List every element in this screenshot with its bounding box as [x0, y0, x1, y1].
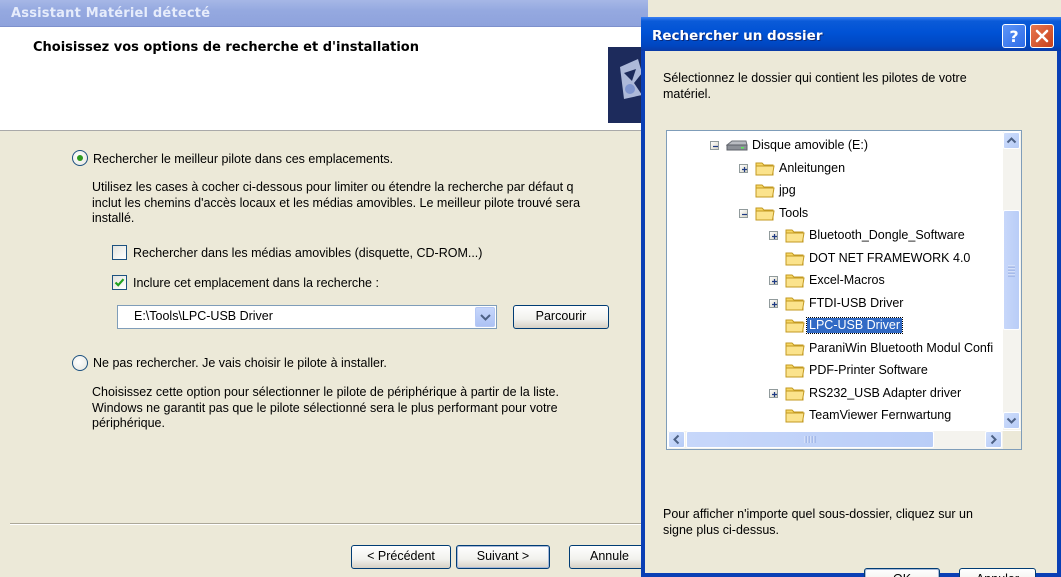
folder-icon [785, 385, 805, 402]
include-location-checkbox[interactable] [112, 275, 127, 290]
expand-plus-icon[interactable] [769, 231, 778, 240]
folder-icon [755, 182, 775, 199]
scroll-down-button[interactable] [1003, 412, 1020, 429]
browse-button[interactable]: Parcourir [513, 305, 609, 329]
folder-tree[interactable]: Disque amovible (E:) Anleitungen jpg Tools B… [666, 130, 1022, 450]
tree-item-label[interactable]: Excel-Macros [807, 273, 887, 288]
vertical-scrollbar[interactable] [1003, 132, 1021, 430]
dropdown-button[interactable] [475, 307, 495, 327]
horizontal-scroll-thumb[interactable] [686, 431, 934, 448]
dialog-titlebar[interactable]: Rechercher un dossier ? [641, 17, 1061, 51]
collapse-minus-icon[interactable] [710, 141, 719, 150]
expand-plus-icon[interactable] [769, 388, 778, 398]
next-button[interactable]: Suivant > [456, 545, 550, 569]
dialog-prompt-line: Sélectionnez le dossier qui contient les… [663, 71, 967, 85]
tree-item-label[interactable]: ParaniWin Bluetooth Modul Confi [807, 341, 995, 356]
include-location-label[interactable]: Inclure cet emplacement dans la recherch… [133, 275, 379, 291]
tree-item-label[interactable]: RS232_USB Adapter driver [807, 386, 963, 401]
scroll-left-button[interactable] [668, 431, 685, 448]
tree-item-label[interactable]: Tools [777, 206, 810, 221]
search-best-driver-label[interactable]: Rechercher le meilleur pilote dans ces e… [93, 151, 393, 167]
removable-media-label[interactable]: Rechercher dans les médias amovibles (di… [133, 245, 482, 261]
wizard-title: Assistant Matériel détecté [11, 6, 211, 21]
folder-icon [785, 340, 805, 357]
chevron-up-icon [1006, 137, 1017, 144]
search-description-line: inclut les chemins d'accès locaux et les… [92, 195, 581, 210]
search-description-line: installé. [92, 211, 135, 225]
ok-button[interactable]: OK [864, 568, 940, 577]
dialog-prompt: Sélectionnez le dossier qui contient les… [663, 70, 967, 102]
horizontal-scrollbar[interactable] [668, 431, 1003, 449]
folder-icon [785, 407, 805, 424]
hardware-wizard-window: Assistant Matériel détecté Choisissez vo… [0, 0, 659, 577]
radio-selected-dot [77, 155, 83, 161]
drive-icon [725, 139, 748, 152]
back-button[interactable]: < Précédent [351, 545, 451, 569]
manual-description-line: périphérique. [92, 416, 165, 430]
search-best-driver-radio[interactable] [72, 150, 88, 166]
folder-icon [785, 250, 805, 267]
scroll-right-button[interactable] [985, 431, 1002, 448]
expand-plus-icon[interactable] [769, 276, 778, 285]
manual-driver-label[interactable]: Ne pas rechercher. Je vais choisir le pi… [93, 355, 387, 371]
tree-item-label[interactable]: TeamViewer Fernwartung [807, 408, 953, 423]
dialog-prompt-line: matériel. [663, 87, 711, 101]
location-combobox[interactable]: E:\Tools\LPC-USB Driver [117, 305, 497, 329]
tree-item-label[interactable]: PDF-Printer Software [807, 363, 930, 378]
search-description: Utilisez les cases à cocher ci-dessous p… [92, 180, 648, 227]
scrollbar-corner [1003, 431, 1021, 449]
help-icon: ? [1009, 27, 1018, 46]
manual-description-line: Choisissez cette option pour sélectionne… [92, 385, 559, 399]
wizard-titlebar[interactable]: Assistant Matériel détecté [0, 0, 648, 27]
collapse-minus-icon[interactable] [739, 208, 748, 218]
browse-folder-dialog: Rechercher un dossier ? Sélectionnez le … [641, 17, 1061, 577]
footer-separator [10, 523, 648, 525]
close-icon [1035, 29, 1049, 43]
folder-icon [785, 227, 805, 244]
tree-item-label[interactable]: DOT NET FRAMEWORK 4.0 [807, 251, 972, 266]
manual-driver-radio[interactable] [72, 355, 88, 371]
folder-icon [755, 205, 775, 222]
chevron-down-icon [480, 314, 491, 321]
folder-icon [785, 295, 805, 312]
vertical-scroll-thumb[interactable] [1003, 210, 1020, 330]
removable-media-checkbox[interactable] [112, 245, 127, 260]
dialog-title: Rechercher un dossier [652, 28, 823, 44]
location-value: E:\Tools\LPC-USB Driver [134, 309, 273, 323]
dialog-body: Sélectionnez le dossier qui contient les… [645, 51, 1057, 577]
chevron-down-icon [1006, 417, 1017, 424]
tree-item-label[interactable]: Bluetooth_Dongle_Software [807, 228, 967, 243]
grip-icon [1008, 265, 1015, 277]
folder-icon [755, 160, 775, 177]
dialog-hint: Pour afficher n'importe quel sous-dossie… [663, 506, 973, 538]
expand-plus-icon[interactable] [739, 163, 748, 173]
tree-item-label[interactable]: jpg [777, 183, 798, 198]
grip-icon [804, 436, 816, 443]
chevron-right-icon [990, 434, 997, 445]
svg-text:?: ? [1009, 27, 1018, 46]
tree-item-label[interactable]: Anleitungen [777, 161, 847, 176]
tree-item-label[interactable]: FTDI-USB Driver [807, 296, 905, 311]
dialog-hint-line: signe plus ci-dessus. [663, 523, 780, 537]
tree-item-label[interactable]: LPC-USB Driver [806, 317, 903, 334]
tree-item-label[interactable]: Disque amovible (E:) [750, 138, 870, 153]
folder-icon [785, 272, 805, 289]
search-description-line: Utilisez les cases à cocher ci-dessous p… [92, 180, 574, 194]
folder-icon [785, 362, 805, 379]
scroll-up-button[interactable] [1003, 132, 1020, 149]
chevron-left-icon [673, 434, 680, 445]
close-button[interactable] [1030, 24, 1054, 48]
cancel-button[interactable]: Annuler [959, 568, 1036, 577]
folder-icon [785, 317, 805, 334]
page-title: Choisissez vos options de recherche et d… [33, 40, 419, 55]
expand-plus-icon[interactable] [769, 298, 778, 308]
checkmark-icon [114, 278, 125, 287]
manual-description: Choisissez cette option pour sélectionne… [92, 385, 648, 432]
help-button[interactable]: ? [1002, 24, 1026, 48]
dialog-hint-line: Pour afficher n'importe quel sous-dossie… [663, 507, 973, 521]
manual-description-line: Windows ne garantit pas que le pilote sé… [92, 400, 558, 415]
